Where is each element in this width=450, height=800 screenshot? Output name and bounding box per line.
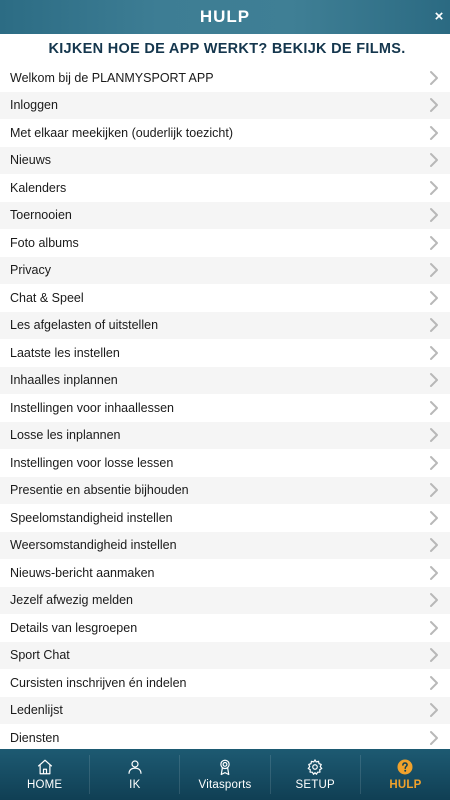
list-item[interactable]: Laatste les instellen xyxy=(0,339,450,367)
list-item-label: Sport Chat xyxy=(10,648,70,663)
award-icon xyxy=(220,759,230,776)
chevron-right-icon xyxy=(430,180,438,195)
list-item[interactable]: Sport Chat xyxy=(0,641,450,669)
list-item-label: Losse les inplannen xyxy=(10,428,121,443)
chevron-right-icon xyxy=(430,400,438,415)
chevron-right-icon xyxy=(430,675,438,690)
tab-hulp[interactable]: HULP xyxy=(361,749,450,800)
chevron-right-icon xyxy=(430,318,438,333)
list-item-label: Kalenders xyxy=(10,180,67,195)
tab-ik[interactable]: IK xyxy=(90,749,179,800)
list-item-label: Speelomstandigheid instellen xyxy=(10,510,173,525)
chevron-right-icon xyxy=(430,345,438,360)
home-icon xyxy=(37,759,52,775)
list-item[interactable]: Chat & Speel xyxy=(0,284,450,312)
list-item-label: Les afgelasten of uitstellen xyxy=(10,318,159,333)
tab-setup[interactable]: SETUP xyxy=(271,749,360,800)
list-item[interactable]: Kalenders xyxy=(0,174,450,202)
chevron-right-icon xyxy=(430,620,438,635)
list-item[interactable]: Welkom bij de PLANMYSPORT APP xyxy=(0,64,450,92)
list-item[interactable]: Instellingen voor losse lessen xyxy=(0,449,450,477)
list-item[interactable]: Details van lesgroepen xyxy=(0,614,450,642)
page-title: HULP xyxy=(199,7,251,26)
list-item-label: Instellingen voor inhaallessen xyxy=(10,400,174,415)
chevron-right-icon xyxy=(430,70,438,85)
list-item[interactable]: Ledenlijst xyxy=(0,696,450,724)
list-item-label: Nieuws-bericht aanmaken xyxy=(10,565,155,580)
list-item-label: Weersomstandigheid instellen xyxy=(10,538,177,553)
user-icon xyxy=(128,760,142,774)
list-item-label: Details van lesgroepen xyxy=(10,620,138,635)
gear-icon xyxy=(307,759,323,775)
tab-home[interactable]: HOME xyxy=(0,749,89,800)
list-item[interactable]: Cursisten inschrijven én indelen xyxy=(0,669,450,697)
chevron-right-icon xyxy=(430,428,438,443)
close-icon[interactable]: × xyxy=(434,9,444,25)
list-item[interactable]: Presentie en absentie bijhouden xyxy=(0,476,450,504)
video-list: Welkom bij de PLANMYSPORT APP Inloggen Met… xyxy=(0,64,450,752)
list-item[interactable]: Inhaalles inplannen xyxy=(0,366,450,394)
list-item[interactable]: Diensten xyxy=(0,724,450,752)
chevron-right-icon xyxy=(430,373,438,388)
list-item[interactable]: Foto albums xyxy=(0,229,450,257)
list-item-label: Met elkaar meekijken (ouderlijk toezicht… xyxy=(10,125,234,140)
chevron-right-icon xyxy=(430,510,438,525)
chevron-right-icon xyxy=(430,730,438,745)
list-item-label: Foto albums xyxy=(10,235,79,250)
list-item-label: Jezelf afwezig melden xyxy=(10,593,133,608)
list-item-label: Inloggen xyxy=(10,98,58,113)
list-item-label: Welkom bij de PLANMYSPORT APP xyxy=(10,70,214,85)
list-item[interactable]: Losse les inplannen xyxy=(0,421,450,449)
list-item-label: Chat & Speel xyxy=(10,290,84,305)
app-header: HULP × xyxy=(0,0,450,34)
list-item[interactable]: Instellingen voor inhaallessen xyxy=(0,394,450,422)
help-icon xyxy=(397,759,413,775)
list-item-label: Presentie en absentie bijhouden xyxy=(10,483,189,498)
chevron-right-icon xyxy=(430,98,438,113)
list-item[interactable]: Inloggen xyxy=(0,91,450,119)
tab-label: HULP xyxy=(389,779,422,791)
list-item[interactable]: Met elkaar meekijken (ouderlijk toezicht… xyxy=(0,119,450,147)
list-item[interactable]: Privacy xyxy=(0,256,450,284)
chevron-right-icon xyxy=(430,208,438,223)
tab-label: SETUP xyxy=(295,779,335,791)
chevron-right-icon xyxy=(430,263,438,278)
list-item-label: Inhaalles inplannen xyxy=(10,373,118,388)
chevron-right-icon xyxy=(430,703,438,718)
list-item[interactable]: Weersomstandigheid instellen xyxy=(0,531,450,559)
list-item[interactable]: Toernooien xyxy=(0,201,450,229)
help-screen: HULP × KIJKEN HOE DE APP WERKT? BEKIJK D… xyxy=(0,0,450,800)
tab-vitasports[interactable]: Vitasports xyxy=(180,749,269,800)
list-item-label: Nieuws xyxy=(10,153,51,168)
chevron-right-icon xyxy=(430,153,438,168)
list-item[interactable]: Speelomstandigheid instellen xyxy=(0,504,450,532)
intro-text: KIJKEN HOE DE APP WERKT? BEKIJK DE FILMS… xyxy=(48,41,406,57)
chevron-right-icon xyxy=(430,593,438,608)
chevron-right-icon xyxy=(430,455,438,470)
list-item-label: Instellingen voor losse lessen xyxy=(10,455,174,470)
chevron-right-icon xyxy=(430,648,438,663)
list-item-label: Toernooien xyxy=(10,208,72,223)
tab-label: HOME xyxy=(26,779,63,791)
chevron-right-icon xyxy=(430,125,438,140)
list-item-label: Diensten xyxy=(10,730,60,745)
list-item-label: Ledenlijst xyxy=(10,703,63,718)
list-item-label: Privacy xyxy=(10,263,51,278)
intro-banner: KIJKEN HOE DE APP WERKT? BEKIJK DE FILMS… xyxy=(0,34,450,64)
list-item-label: Cursisten inschrijven én indelen xyxy=(10,675,187,690)
list-item[interactable]: Jezelf afwezig melden xyxy=(0,586,450,614)
chevron-right-icon xyxy=(430,538,438,553)
chevron-right-icon xyxy=(430,235,438,250)
list-item-label: Laatste les instellen xyxy=(10,345,120,360)
list-item[interactable]: Nieuws xyxy=(0,146,450,174)
chevron-right-icon xyxy=(430,290,438,305)
tab-label: Vitasports xyxy=(198,779,252,791)
list-item[interactable]: Les afgelasten of uitstellen xyxy=(0,311,450,339)
bottom-tab-bar: HOME IK Vitasports SETUP HULP xyxy=(0,749,450,800)
list-item[interactable]: Nieuws-bericht aanmaken xyxy=(0,559,450,587)
chevron-right-icon xyxy=(430,565,438,580)
tab-label: IK xyxy=(129,779,141,791)
chevron-right-icon xyxy=(430,483,438,498)
